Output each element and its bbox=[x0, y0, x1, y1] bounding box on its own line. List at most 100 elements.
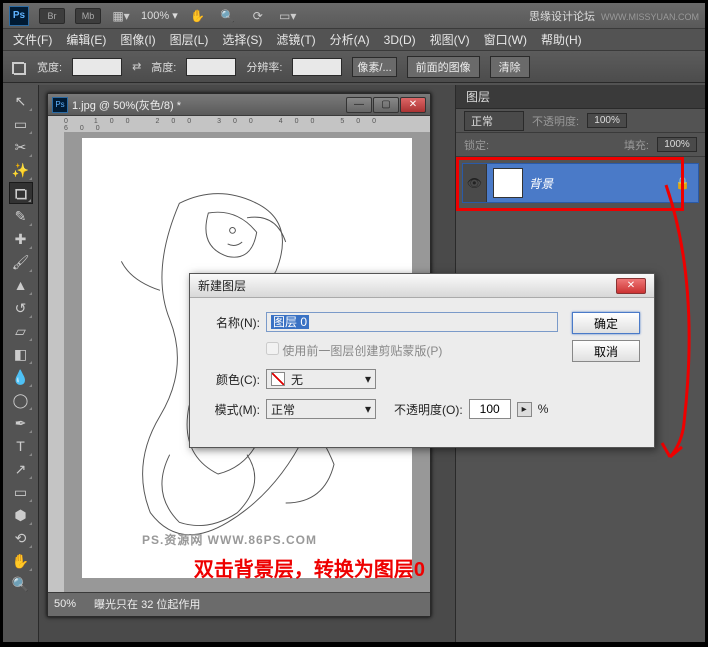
document-title: 1.jpg @ 50%(灰色/8) * bbox=[72, 97, 346, 113]
options-bar: 宽度: ⇄ 高度: 分辨率: 像素/... 前面的图像 清除 bbox=[3, 51, 705, 83]
shape-tool-icon[interactable]: ▭ bbox=[9, 481, 33, 503]
name-input[interactable]: 图层 0 bbox=[266, 312, 558, 332]
menu-filter[interactable]: 滤镜(T) bbox=[270, 29, 321, 50]
dialog-title: 新建图层 bbox=[198, 277, 616, 294]
status-text: 曝光只在 32 位起作用 bbox=[94, 596, 200, 612]
header-title: 思缘设计论坛 bbox=[529, 11, 595, 23]
mode-label: 模式(M): bbox=[204, 401, 260, 418]
fill-label: 填充: bbox=[624, 137, 649, 153]
path-tool-icon[interactable]: ↗ bbox=[9, 458, 33, 480]
eraser-tool-icon[interactable]: ▱ bbox=[9, 320, 33, 342]
lasso-tool-icon[interactable]: ✂ bbox=[9, 136, 33, 158]
ps-logo: Ps bbox=[9, 6, 29, 26]
menubar: 文件(F) 编辑(E) 图像(I) 图层(L) 选择(S) 滤镜(T) 分析(A… bbox=[3, 29, 705, 51]
clip-mask-label: 使用前一图层创建剪贴蒙版(P) bbox=[282, 344, 442, 358]
dialog-close-button[interactable]: ✕ bbox=[616, 278, 646, 294]
arrange-icon[interactable]: ▭▾ bbox=[278, 8, 298, 24]
minimize-button[interactable]: — bbox=[346, 97, 372, 113]
annotation-arrow bbox=[656, 183, 704, 473]
layer-thumbnail bbox=[493, 168, 523, 198]
zoom-icon[interactable]: 🔍 bbox=[218, 8, 238, 24]
width-label: 宽度: bbox=[37, 59, 62, 75]
zoom-dropdown[interactable]: 100% ▾ bbox=[141, 9, 178, 22]
opacity-label: 不透明度: bbox=[532, 113, 579, 129]
toolbar: ↖ ▭ ✂ ✨ ✎ ✚ 🖌 ▲ ↺ ▱ ◧ 💧 ◯ ✒ T ↗ ▭ ⬢ ⟲ ✋ … bbox=[3, 85, 39, 642]
no-color-icon bbox=[271, 372, 285, 386]
res-label: 分辨率: bbox=[246, 59, 282, 75]
visibility-icon[interactable]: 👁 bbox=[463, 164, 487, 202]
menu-analyze[interactable]: 分析(A) bbox=[324, 29, 376, 50]
percent-label: % bbox=[538, 402, 549, 416]
opacity-label: 不透明度(O): bbox=[394, 401, 463, 418]
history-tool-icon[interactable]: ↺ bbox=[9, 297, 33, 319]
3d-rotate-icon[interactable]: ⟲ bbox=[9, 527, 33, 549]
menu-file[interactable]: 文件(F) bbox=[7, 29, 58, 50]
cancel-button[interactable]: 取消 bbox=[572, 340, 640, 362]
gradient-tool-icon[interactable]: ◧ bbox=[9, 343, 33, 365]
watermark: PS.资源网 WWW.86PS.COM bbox=[142, 531, 317, 548]
menu-edit[interactable]: 编辑(E) bbox=[60, 29, 112, 50]
dodge-tool-icon[interactable]: ◯ bbox=[9, 389, 33, 411]
menu-layer[interactable]: 图层(L) bbox=[164, 29, 215, 50]
opacity-value[interactable]: 100% bbox=[587, 113, 627, 128]
move-tool-icon[interactable]: ↖ bbox=[9, 90, 33, 112]
doc-layout-icon[interactable]: ▦▾ bbox=[111, 8, 131, 24]
wand-tool-icon[interactable]: ✨ bbox=[9, 159, 33, 181]
menu-window[interactable]: 窗口(W) bbox=[478, 29, 533, 50]
ps-doc-icon: Ps bbox=[52, 97, 68, 113]
res-field[interactable] bbox=[292, 58, 342, 76]
color-label: 颜色(C): bbox=[204, 371, 260, 388]
brush-tool-icon[interactable]: 🖌 bbox=[9, 251, 33, 273]
new-layer-dialog: 新建图层 ✕ 名称(N): 图层 0 使用前一图层创建剪贴蒙版(P) 颜色(C)… bbox=[189, 273, 655, 448]
crop-tool-icon[interactable] bbox=[9, 182, 33, 204]
height-field[interactable] bbox=[186, 58, 236, 76]
stamp-tool-icon[interactable]: ▲ bbox=[9, 274, 33, 296]
zoom-tool-icon[interactable]: 🔍 bbox=[9, 573, 33, 595]
blend-mode-dropdown[interactable]: 正常 bbox=[464, 111, 524, 131]
zoom-status: 50% bbox=[54, 598, 76, 610]
pen-tool-icon[interactable]: ✒ bbox=[9, 412, 33, 434]
eyedropper-tool-icon[interactable]: ✎ bbox=[9, 205, 33, 227]
lock-icon: 🔒 bbox=[675, 176, 690, 190]
hand-icon[interactable]: ✋ bbox=[188, 8, 208, 24]
marquee-tool-icon[interactable]: ▭ bbox=[9, 113, 33, 135]
header-url: WWW.MISSYUAN.COM bbox=[601, 12, 699, 22]
menu-help[interactable]: 帮助(H) bbox=[535, 29, 588, 50]
heal-tool-icon[interactable]: ✚ bbox=[9, 228, 33, 250]
mb-button[interactable]: Mb bbox=[75, 8, 101, 24]
hand-tool-icon[interactable]: ✋ bbox=[9, 550, 33, 572]
opacity-input[interactable] bbox=[469, 399, 511, 419]
maximize-button[interactable]: ▢ bbox=[373, 97, 399, 113]
ruler-vertical bbox=[48, 132, 64, 592]
ruler-horizontal: 0 100 200 300 400 500 600 bbox=[48, 116, 430, 132]
height-label: 高度: bbox=[151, 59, 176, 75]
unit-dropdown[interactable]: 像素/... bbox=[352, 57, 396, 77]
type-tool-icon[interactable]: T bbox=[9, 435, 33, 457]
layers-tab[interactable]: 图层 bbox=[456, 85, 705, 109]
close-button[interactable]: ✕ bbox=[400, 97, 426, 113]
blur-tool-icon[interactable]: 💧 bbox=[9, 366, 33, 388]
front-image-button[interactable]: 前面的图像 bbox=[407, 56, 480, 78]
opacity-slider-button[interactable]: ▸ bbox=[517, 402, 532, 417]
menu-select[interactable]: 选择(S) bbox=[216, 29, 268, 50]
br-button[interactable]: Br bbox=[39, 8, 65, 24]
menu-3d[interactable]: 3D(D) bbox=[378, 31, 422, 49]
annotation-text: 双击背景层，转换为图层0 bbox=[194, 553, 425, 582]
3d-tool-icon[interactable]: ⬢ bbox=[9, 504, 33, 526]
fill-value[interactable]: 100% bbox=[657, 137, 697, 152]
crop-tool-icon bbox=[11, 59, 27, 75]
app-topbar: Ps Br Mb ▦▾ 100% ▾ ✋ 🔍 ⟳ ▭▾ 思缘设计论坛 WWW.MI… bbox=[3, 3, 705, 29]
menu-view[interactable]: 视图(V) bbox=[424, 29, 476, 50]
clip-mask-checkbox bbox=[266, 342, 279, 355]
clear-button[interactable]: 清除 bbox=[490, 56, 530, 78]
color-dropdown[interactable]: 无▾ bbox=[266, 369, 376, 389]
ok-button[interactable]: 确定 bbox=[572, 312, 640, 334]
width-field[interactable] bbox=[72, 58, 122, 76]
lock-label: 锁定: bbox=[464, 137, 489, 153]
menu-image[interactable]: 图像(I) bbox=[114, 29, 161, 50]
name-label: 名称(N): bbox=[204, 314, 260, 331]
rotate-icon[interactable]: ⟳ bbox=[248, 8, 268, 24]
mode-dropdown[interactable]: 正常▾ bbox=[266, 399, 376, 419]
layer-row-background[interactable]: 👁 背景 🔒 bbox=[462, 163, 699, 203]
layer-name: 背景 bbox=[529, 175, 675, 192]
